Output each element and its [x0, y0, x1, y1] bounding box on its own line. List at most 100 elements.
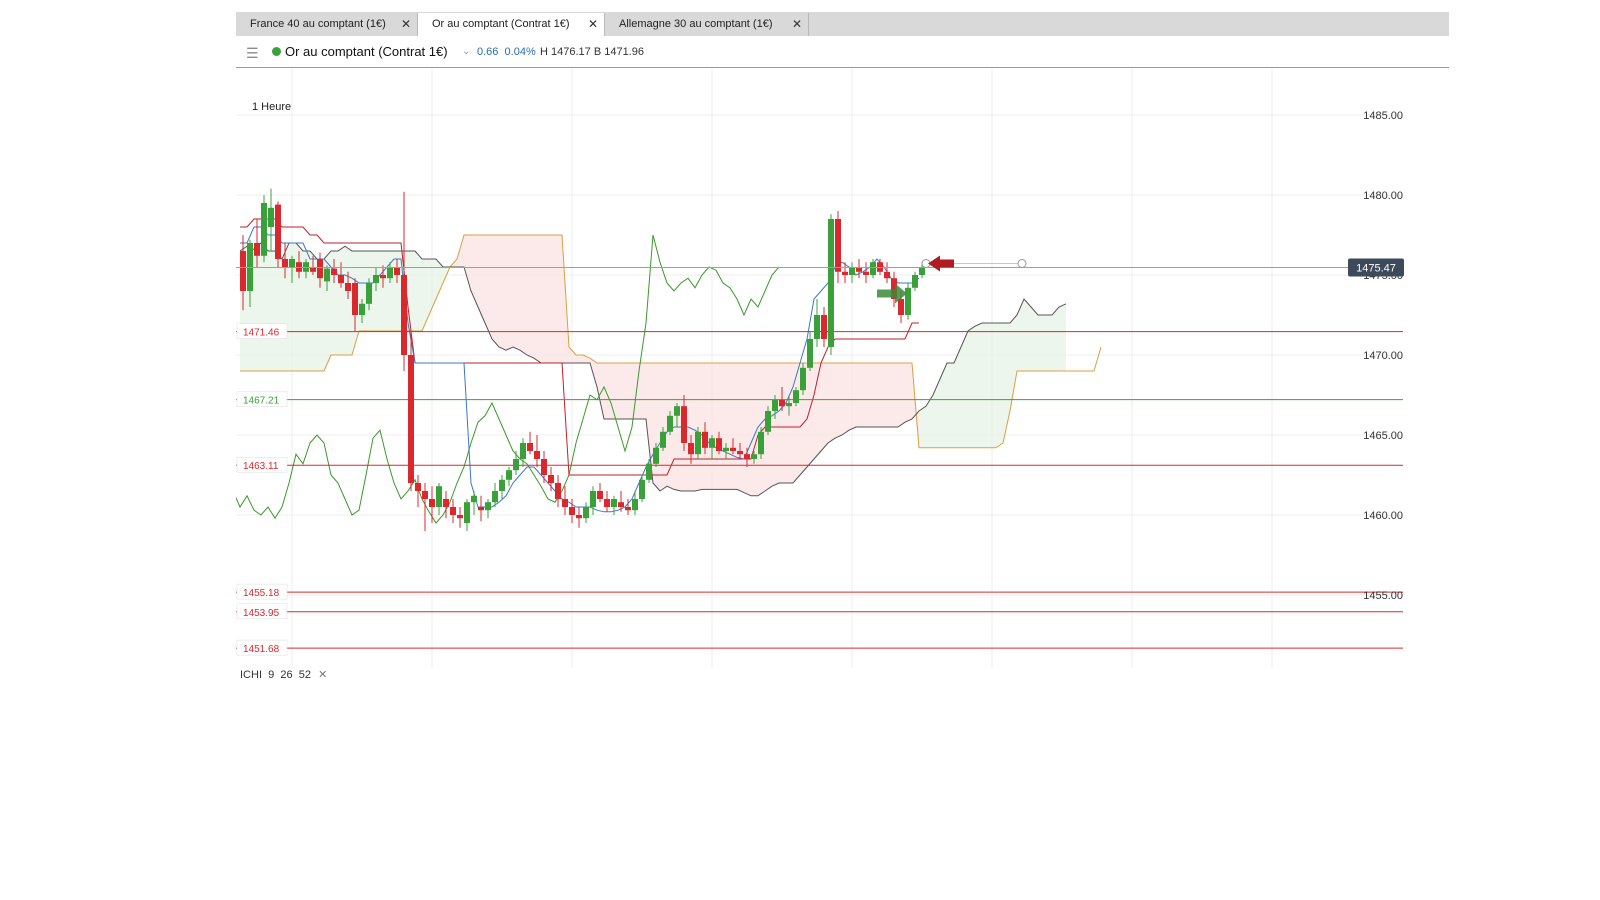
cloud-segment [947, 363, 954, 448]
candle-body [835, 219, 841, 272]
candle-body [464, 502, 470, 523]
candle-body [730, 447, 736, 451]
candle-body [401, 275, 407, 355]
cloud-segment [632, 363, 639, 419]
candle-body [282, 259, 288, 267]
candle-body [828, 219, 834, 347]
indicator-legend: ICHI 9 26 52 ✕ [240, 668, 327, 681]
cloud-segment [1059, 303, 1066, 371]
candle-body [583, 507, 589, 519]
cloud-segment [1052, 307, 1059, 371]
candle-body [415, 483, 421, 491]
candle-body [618, 502, 624, 507]
price-chart[interactable]: 1471.46 1467.21 1463.11 1455.18 1453.95 1451.… [236, 68, 1449, 668]
cloud-segment [863, 363, 870, 427]
candle-body [506, 470, 512, 480]
price-change: 0.66 0.04% [477, 39, 536, 65]
chart-app: France 40 au comptant (1€) ✕ Or au compt… [236, 12, 1449, 692]
cloud-segment [1031, 307, 1038, 371]
cloud-segment [744, 363, 751, 496]
candle-body [807, 339, 813, 368]
cloud-segment [513, 235, 520, 351]
tab-france-40[interactable]: France 40 au comptant (1€) ✕ [236, 13, 418, 36]
cloud-segment [576, 355, 583, 363]
cloud-segment [989, 323, 996, 448]
cloud-segment [639, 363, 646, 419]
candle-body [317, 259, 323, 279]
candle-body [751, 454, 757, 459]
cloud-segment [611, 363, 618, 419]
candle-body [359, 303, 365, 315]
indicator-name: ICHI [240, 669, 262, 681]
candle-body [352, 283, 358, 315]
cloud-segment [261, 243, 268, 371]
candle-body [632, 499, 638, 511]
cloud-segment [555, 235, 562, 363]
cloud-segment [275, 251, 282, 371]
cloud-segment [891, 363, 898, 427]
tab-gold-spot[interactable]: Or au comptant (Contrat 1€) ✕ [418, 13, 605, 36]
close-icon[interactable]: ✕ [792, 13, 802, 36]
instrument-bar: ☰ Or au comptant (Contrat 1€) ⌄ 0.66 0.0… [236, 39, 1449, 67]
cloud-segment [506, 235, 513, 351]
close-icon[interactable]: ✕ [588, 13, 598, 36]
candle-body [562, 499, 568, 507]
candle-body [723, 447, 729, 451]
candle-body [387, 267, 393, 279]
y-tick-label: 1465.00 [1363, 430, 1403, 442]
candle-body [590, 491, 596, 507]
candle-body [338, 275, 344, 283]
price-level-label: 1453.95 [243, 608, 280, 619]
cloud-segment [534, 235, 541, 363]
cloud-segment [835, 363, 842, 439]
candle-body [324, 268, 330, 282]
cloud-segment [954, 347, 961, 448]
price-level-label: 1463.11 [243, 461, 279, 472]
candle-body [527, 443, 533, 451]
candle-body [695, 431, 701, 455]
timeframe-label: 1 Heure [252, 101, 291, 113]
y-tick-label: 1470.00 [1363, 350, 1403, 362]
candle-body [674, 406, 680, 416]
candle-body [436, 486, 442, 507]
candle-body [842, 271, 848, 275]
change-value: 0.66 [477, 46, 499, 58]
cloud-segment [1045, 315, 1052, 371]
close-icon[interactable]: ✕ [318, 669, 327, 681]
price-level-label: 1451.68 [243, 644, 280, 655]
candle-body [898, 299, 904, 315]
cloud-segment [772, 363, 779, 487]
cloud-segment [828, 363, 835, 443]
candle-body [611, 499, 617, 507]
indicator-param: 9 [268, 669, 275, 681]
candle-body [520, 443, 526, 459]
candle-body [331, 268, 337, 275]
candle-body [849, 267, 855, 275]
cloud-segment [268, 251, 275, 371]
candle-body [779, 399, 785, 407]
instrument-name[interactable]: Or au comptant (Contrat 1€) [285, 39, 448, 65]
candle-body [758, 431, 764, 455]
hamburger-icon[interactable]: ☰ [246, 40, 259, 66]
cloud-segment [548, 235, 555, 363]
cloud-segment [723, 363, 730, 490]
candle-body [450, 507, 456, 515]
candle-body [912, 275, 918, 288]
change-percent: 0.04% [504, 46, 536, 58]
chevron-down-icon[interactable]: ⌄ [462, 39, 470, 65]
cloud-segment [422, 259, 429, 331]
cloud-segment [968, 326, 975, 448]
cloud-segment [1024, 299, 1031, 371]
candle-body [429, 499, 435, 507]
candle-body [485, 502, 491, 511]
cloud-segment [709, 363, 716, 490]
candle-body [597, 491, 603, 499]
cloud-segment [961, 331, 968, 448]
candle-body [744, 454, 750, 459]
tab-germany-30[interactable]: Allemagne 30 au comptant (1€) ✕ [605, 13, 809, 36]
cloud-segment [1010, 315, 1017, 411]
candle-body [275, 204, 281, 259]
candle-body [653, 447, 659, 464]
cloud-segment [856, 363, 863, 427]
close-icon[interactable]: ✕ [401, 13, 411, 36]
